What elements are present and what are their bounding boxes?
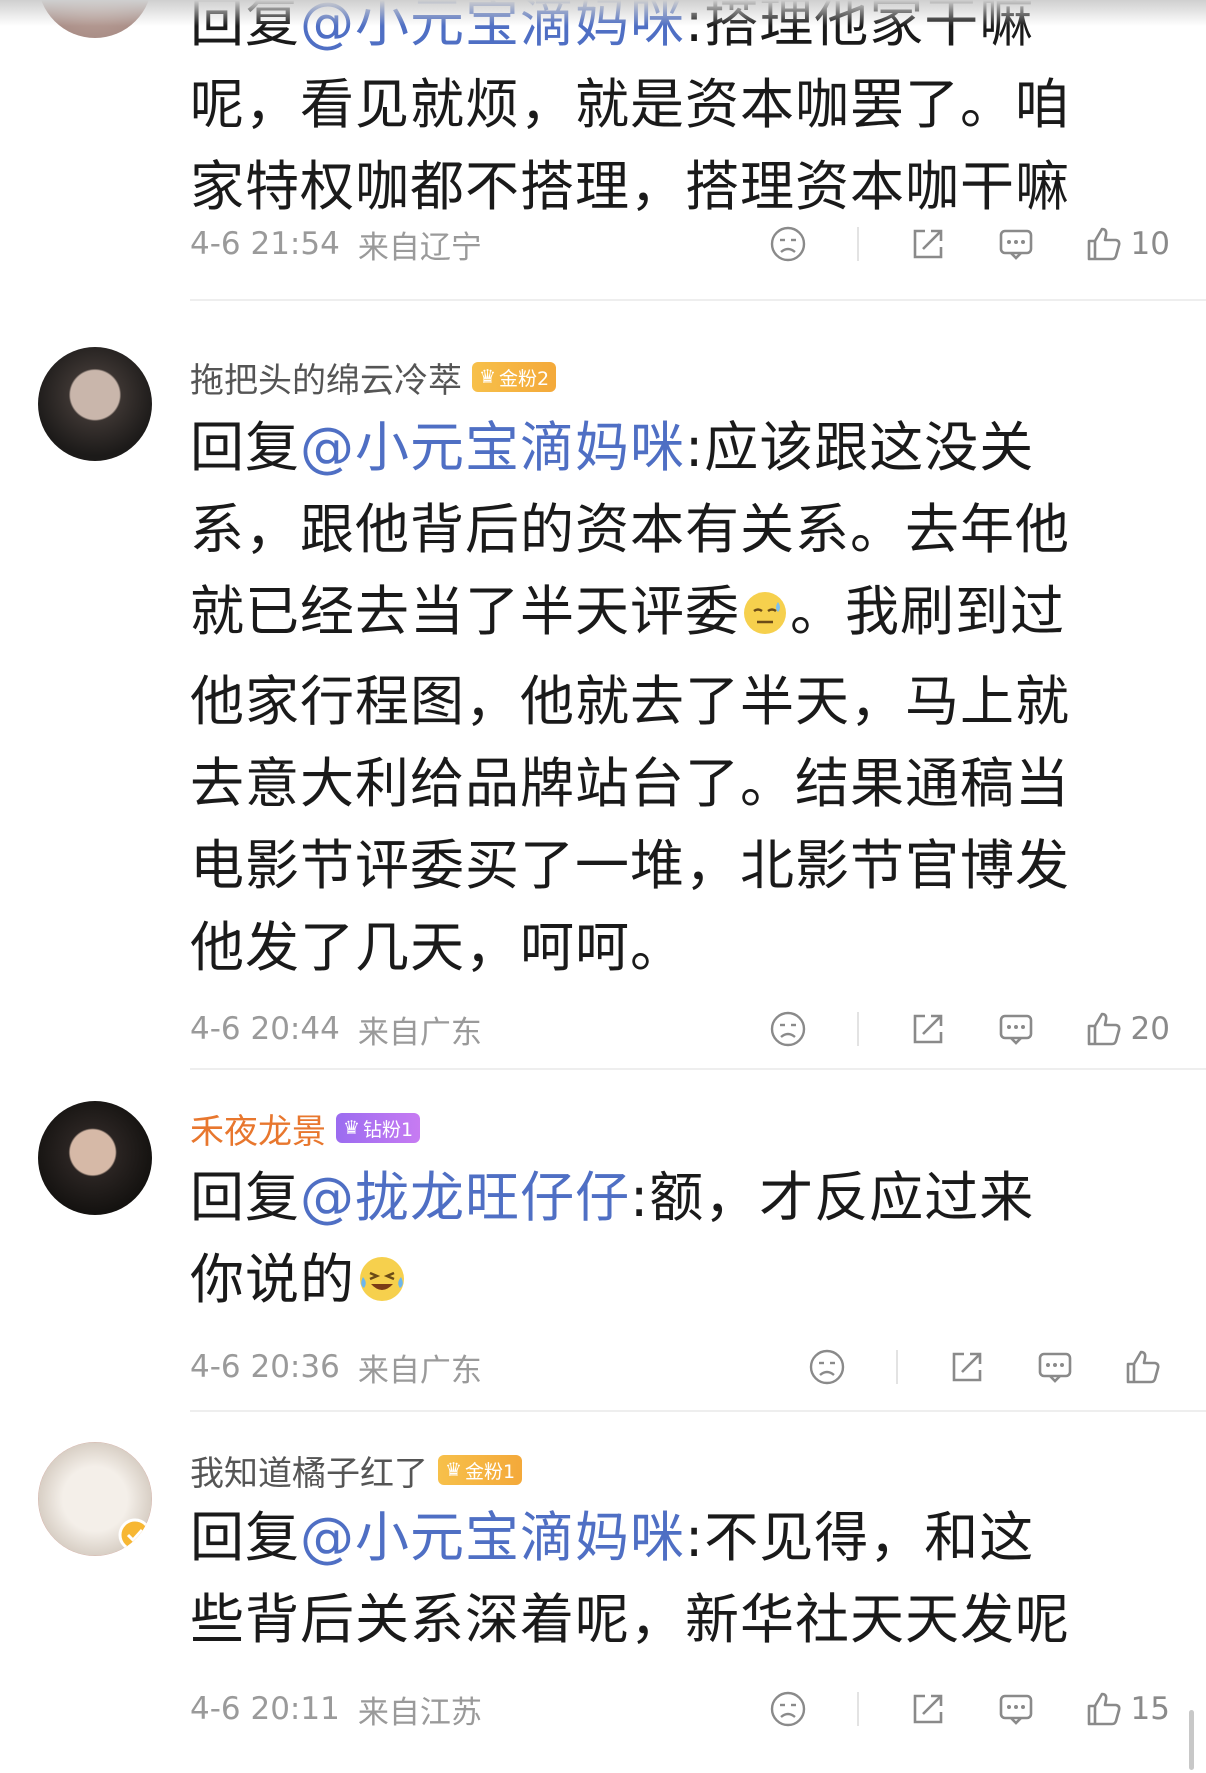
mention-link[interactable]: @小元宝滴妈咪 — [300, 1506, 685, 1569]
avatar[interactable] — [38, 347, 152, 461]
comment-feed: 回复@小元宝滴妈咪:搭理他家干嘛 呢，看见就烦，就是资本咖罢了。咱 家特权咖都不… — [0, 0, 1206, 1773]
share-icon[interactable] — [909, 1010, 947, 1048]
comment-actions: 15 — [719, 1690, 1170, 1728]
comment-time: 4-6 20:36 — [190, 1349, 340, 1385]
comment-location: 来自广东 — [357, 1352, 482, 1389]
username-row: 我知道橘子红了 ♛ 金粉1 — [190, 1446, 523, 1495]
like-count: 15 — [1130, 1691, 1170, 1727]
username[interactable]: 禾夜龙景 — [190, 1104, 326, 1153]
comment-divider — [190, 1068, 1206, 1070]
fan-badge: ♛ 金粉1 — [438, 1455, 523, 1485]
like-button[interactable]: 20 — [1085, 1010, 1170, 1048]
comment-meta: 4-6 20:44 来自广东 20 — [190, 1004, 1170, 1054]
share-icon[interactable] — [909, 1690, 947, 1728]
like-button[interactable]: 10 — [1085, 225, 1170, 263]
mention-link[interactable]: @拢龙旺仔仔 — [300, 1166, 630, 1229]
crown-icon: ♛ — [445, 1459, 463, 1481]
like-count: 20 — [1130, 1011, 1170, 1047]
reply-icon[interactable] — [997, 1690, 1035, 1728]
dislike-icon[interactable] — [769, 1010, 807, 1048]
thumbs-up-icon — [1087, 1692, 1121, 1726]
username-row: 拖把头的绵云冷萃 ♛ 金粉2 — [190, 353, 557, 402]
laughing-crying-emoji-icon — [355, 1247, 409, 1329]
comment-actions: 20 — [719, 1010, 1170, 1048]
fan-badge: ♛ 钻粉1 — [336, 1113, 421, 1143]
comment-actions — [758, 1348, 1170, 1386]
action-divider — [856, 227, 859, 261]
comment-text: 回复@小元宝滴妈咪:搭理他家干嘛 呢，看见就烦，就是资本咖罢了。咱 家特权咖都不… — [190, 0, 1160, 228]
action-divider — [896, 1350, 898, 1384]
avatar[interactable] — [38, 1101, 152, 1215]
thumbs-up-icon — [1126, 1350, 1160, 1384]
username[interactable]: 我知道橘子红了 — [190, 1446, 428, 1495]
thumbs-up-icon — [1087, 1012, 1121, 1046]
comment-divider — [190, 1410, 1206, 1412]
comment-location: 来自辽宁 — [357, 229, 482, 266]
comment-text: 回复@小元宝滴妈咪:不见得，和这 些背后关系深着呢，新华社天天发呢 — [190, 1506, 1070, 1651]
comment-time: 4-6 21:54 — [190, 226, 340, 262]
dislike-icon[interactable] — [808, 1348, 846, 1386]
comment-meta: 4-6 20:36 来自广东 — [190, 1342, 1170, 1392]
share-icon[interactable] — [909, 225, 947, 263]
top-shadow — [0, 0, 1206, 26]
share-icon[interactable] — [948, 1348, 986, 1386]
action-divider — [856, 1692, 859, 1726]
verified-badge-icon — [118, 1518, 152, 1552]
reply-icon[interactable] — [997, 1010, 1035, 1048]
like-count: 10 — [1130, 226, 1170, 262]
comment-meta: 4-6 20:11 来自江苏 15 — [190, 1684, 1170, 1734]
username[interactable]: 拖把头的绵云冷萃 — [190, 353, 462, 402]
comment-meta: 4-6 21:54 来自辽宁 10 — [190, 219, 1170, 269]
comment-actions: 10 — [719, 225, 1170, 263]
comment-text: 回复@小元宝滴妈咪:应该跟这没关 系，跟他背后的资本有关系。去年他 就已经去当了… — [190, 416, 1070, 979]
scrollbar[interactable] — [1189, 1710, 1194, 1770]
fan-badge: ♛ 金粉2 — [472, 362, 557, 392]
reply-icon[interactable] — [1036, 1348, 1074, 1386]
mention-link[interactable]: @小元宝滴妈咪 — [300, 416, 685, 479]
comment-location: 来自江苏 — [357, 1694, 482, 1731]
action-divider — [856, 1012, 859, 1046]
dislike-icon[interactable] — [769, 225, 807, 263]
comment-text: 回复@拢龙旺仔仔:额，才反应过来 你说的 — [190, 1157, 1160, 1329]
comment-divider — [190, 299, 1206, 301]
avatar[interactable] — [38, 1442, 152, 1556]
comment-time: 4-6 20:11 — [190, 1691, 340, 1727]
dislike-icon[interactable] — [769, 1690, 807, 1728]
reply-icon[interactable] — [997, 225, 1035, 263]
crown-icon: ♛ — [479, 366, 497, 388]
username-row: 禾夜龙景 ♛ 钻粉1 — [190, 1104, 421, 1153]
comment-location: 来自广东 — [357, 1014, 482, 1051]
thumbs-up-icon — [1087, 227, 1121, 261]
crown-icon: ♛ — [343, 1117, 361, 1139]
sweat-emoji-icon — [740, 579, 790, 661]
like-button[interactable]: 15 — [1085, 1690, 1170, 1728]
comment-time: 4-6 20:44 — [190, 1011, 340, 1047]
like-button[interactable] — [1124, 1348, 1170, 1386]
